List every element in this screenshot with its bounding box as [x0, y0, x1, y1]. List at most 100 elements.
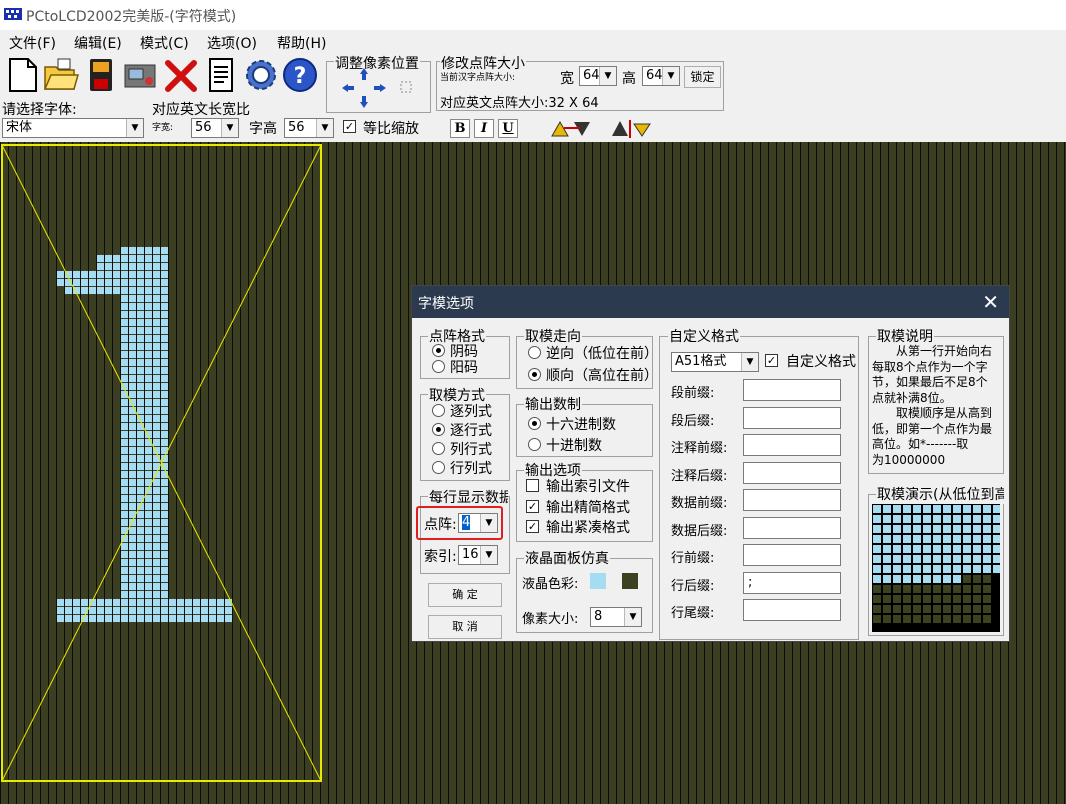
- char-height-select[interactable]: 56 ▼: [284, 118, 334, 138]
- custom-format-checkbox[interactable]: ✓: [765, 354, 778, 367]
- menu-file[interactable]: 文件(F): [9, 33, 56, 53]
- row-column-mode-label: 行列式: [450, 461, 492, 477]
- custom-field-label: 行后缀:: [671, 578, 715, 594]
- custom-field-input[interactable]: [743, 379, 841, 401]
- char-width-select[interactable]: 56 ▼: [191, 118, 239, 138]
- custom-field-label: 注释后缀:: [671, 468, 728, 484]
- radio-decimal[interactable]: [528, 438, 541, 451]
- lcd-on-color-swatch[interactable]: [590, 573, 606, 589]
- proportional-scale-checkbox[interactable]: ✓: [343, 120, 356, 133]
- custom-field-input[interactable]: ;: [743, 571, 841, 594]
- new-file-icon[interactable]: [4, 55, 42, 95]
- explanation-line: 从第一行开始向右: [872, 344, 993, 358]
- output-dense-checkbox[interactable]: ✓: [526, 520, 539, 533]
- radio-reverse[interactable]: [528, 346, 541, 359]
- output-compact-checkbox[interactable]: ✓: [526, 500, 539, 513]
- explanation-text: 从第一行开始向右 每取8个点作为一个字 节，如果最后不足8个 点就补满8位。 取模顺序…: [872, 344, 1002, 470]
- chevron-down-icon: ▼: [126, 119, 143, 137]
- open-folder-icon[interactable]: [42, 55, 80, 95]
- chevron-down-icon: ▼: [741, 353, 758, 371]
- menu-options[interactable]: 选项(O): [207, 33, 257, 53]
- radio-row-mode[interactable]: [432, 423, 445, 436]
- document-icon[interactable]: [202, 55, 240, 95]
- lock-button[interactable]: 锁定: [684, 66, 721, 88]
- bold-button[interactable]: B: [450, 119, 470, 138]
- radio-positive-code[interactable]: [432, 360, 445, 373]
- height-label: 高: [622, 71, 636, 87]
- demo-preview: [872, 504, 1000, 632]
- number-format-title: 输出数制: [524, 394, 582, 414]
- custom-field-label: 段前缀:: [671, 386, 715, 401]
- custom-field-input[interactable]: [743, 461, 841, 484]
- index-label: 索引:: [424, 549, 457, 565]
- font-select[interactable]: 宋体 ▼: [2, 118, 144, 138]
- cancel-button[interactable]: 取 消: [428, 615, 502, 639]
- close-icon[interactable]: ✕: [982, 290, 999, 314]
- lcd-off-color-swatch[interactable]: [622, 573, 638, 589]
- char-height-label: 字高: [249, 121, 277, 137]
- custom-field-input[interactable]: [743, 544, 841, 566]
- pixel-size-select[interactable]: 8 ▼: [590, 607, 642, 627]
- decimal-label: 十进制数: [546, 438, 602, 454]
- custom-field-input[interactable]: [743, 516, 841, 539]
- menu-edit[interactable]: 编辑(E): [74, 33, 122, 53]
- radio-forward[interactable]: [528, 368, 541, 381]
- custom-field-label: 行尾缀:: [671, 606, 715, 621]
- rotate-icon[interactable]: [550, 118, 596, 139]
- column-row-mode-label: 列行式: [450, 442, 492, 458]
- chevron-down-icon: ▼: [316, 119, 333, 137]
- current-size-label: 当前汉字点阵大小:: [440, 73, 516, 83]
- height-select[interactable]: 64 ▼: [642, 66, 680, 86]
- custom-field-input[interactable]: [743, 599, 841, 621]
- svg-text:?: ?: [294, 64, 307, 89]
- menu-mode[interactable]: 模式(C): [140, 33, 189, 53]
- generate-icon[interactable]: [122, 55, 160, 95]
- explanation-lines: 从第一行开始向右 每取8个点作为一个字 节，如果最后不足8个 点就补满8位。 取模顺序…: [872, 344, 1002, 468]
- explanation-line: 取模顺序是从高到: [872, 406, 993, 420]
- settings-gear-icon[interactable]: [242, 55, 280, 95]
- custom-field-label: 数据后缀:: [671, 523, 728, 539]
- row-mode-label: 逐行式: [450, 423, 492, 439]
- custom-field-input[interactable]: [743, 406, 841, 429]
- lcd-emulation-title: 液晶面板仿真: [524, 548, 610, 568]
- ok-button[interactable]: 确 定: [428, 583, 502, 607]
- custom-field-label: 段后缀:: [671, 413, 715, 429]
- underline-button[interactable]: U: [498, 119, 518, 138]
- save-icon[interactable]: [82, 55, 120, 95]
- output-options-list: 输出索引文件 ✓ 输出精简格式 ✓ 输出紧凑格式: [520, 474, 651, 540]
- reverse-label: 逆向（低位在前）: [546, 346, 651, 362]
- proportional-scale-label: 等比缩放: [363, 121, 419, 137]
- radio-row-column-mode[interactable]: [432, 461, 445, 474]
- custom-format-checkbox-label: 自定义格式: [786, 354, 856, 370]
- pixel-shift-arrows-icon[interactable]: [338, 66, 418, 110]
- menu-help[interactable]: 帮助(H): [277, 33, 326, 53]
- output-index-checkbox[interactable]: [526, 479, 539, 492]
- delete-icon[interactable]: [162, 55, 200, 95]
- chevron-down-icon: ▼: [599, 67, 616, 85]
- radio-column-row-mode[interactable]: [432, 442, 445, 455]
- positive-code-label: 阳码: [450, 360, 478, 376]
- index-select[interactable]: 16 ▼: [458, 545, 498, 565]
- radio-hex[interactable]: [528, 417, 541, 430]
- radio-negative-code[interactable]: [432, 344, 445, 357]
- custom-field-label: 数据前缀:: [671, 496, 728, 511]
- chevron-down-icon: ▼: [662, 67, 679, 85]
- flip-icon[interactable]: [608, 118, 654, 139]
- help-icon[interactable]: ?: [281, 55, 319, 95]
- lcd-color-label: 液晶色彩:: [522, 577, 579, 592]
- explanation-line: 节，如果最后不足8个: [872, 375, 988, 389]
- pixel-size-label: 像素大小:: [522, 612, 579, 627]
- format-select[interactable]: A51格式 ▼: [671, 352, 759, 372]
- font-label: 请选择字体:: [2, 102, 77, 118]
- per-line-title: 每行显示数据: [428, 487, 508, 507]
- italic-button[interactable]: I: [474, 119, 494, 138]
- explanation-title: 取模说明: [876, 326, 934, 346]
- width-select[interactable]: 64 ▼: [579, 66, 617, 86]
- forward-label: 顺向（高位在前）: [546, 368, 651, 384]
- custom-field-label: 行前缀:: [671, 551, 715, 566]
- custom-field-input[interactable]: [743, 489, 841, 511]
- output-dense-label: 输出紧凑格式: [546, 520, 630, 536]
- direction-options: 逆向（低位在前） 顺向（高位在前）: [520, 341, 651, 387]
- custom-field-input[interactable]: [743, 434, 841, 456]
- radio-column-mode[interactable]: [432, 404, 445, 417]
